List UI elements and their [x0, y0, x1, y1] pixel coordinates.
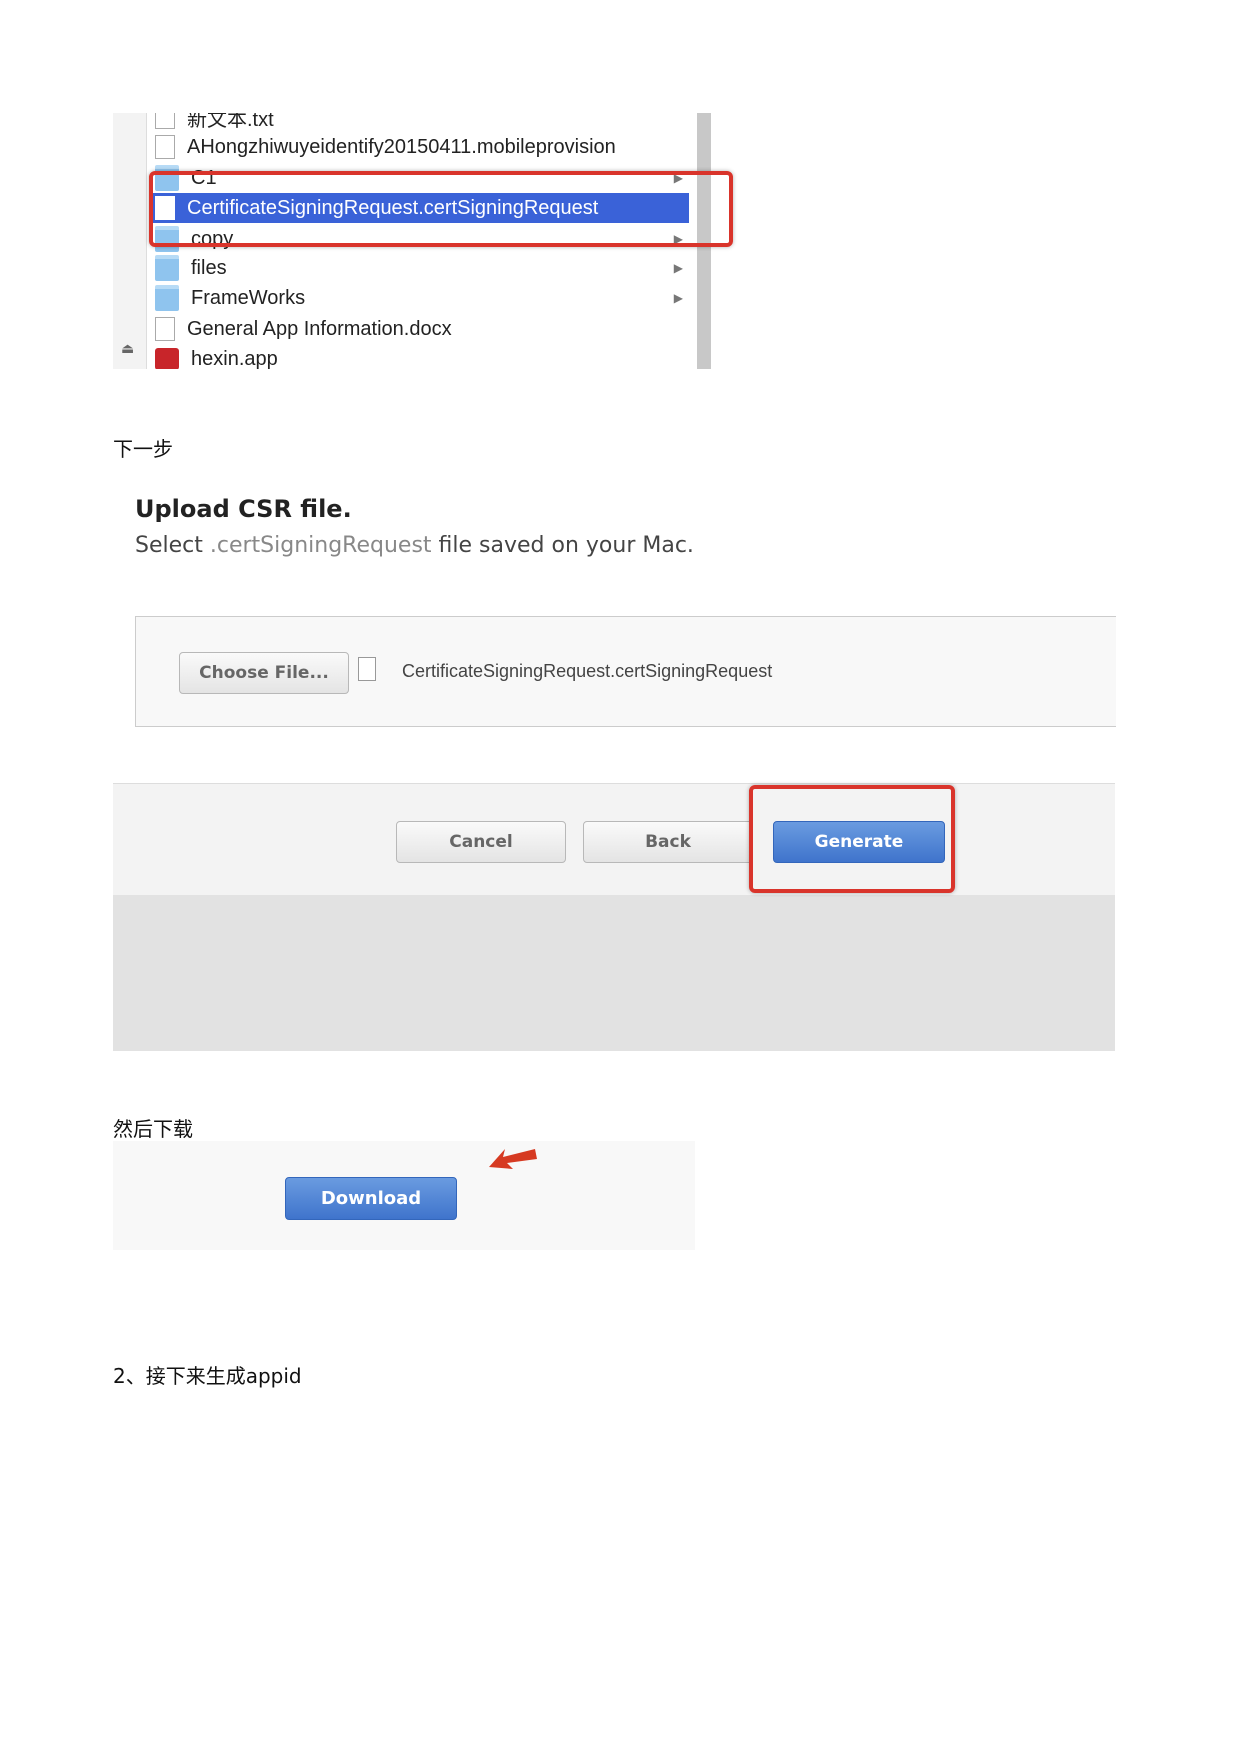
red-arrow-icon	[489, 1149, 537, 1169]
desc-text: Select	[135, 533, 210, 558]
highlight-box	[749, 785, 955, 893]
file-name: 新文本.txt	[187, 113, 274, 131]
upload-description: Select .certSigningRequest file saved on…	[135, 533, 694, 558]
file-row[interactable]: hexin.app	[149, 344, 689, 369]
action-bar: Cancel Back Generate	[113, 783, 1115, 896]
file-name: hexin.app	[191, 347, 278, 370]
download-panel: Download	[113, 1141, 695, 1250]
highlight-box	[149, 171, 733, 247]
cancel-button[interactable]: Cancel	[396, 821, 566, 863]
chevron-right-icon: ▶	[673, 261, 683, 275]
file-name: files	[191, 256, 227, 279]
desc-text: file saved on your Mac.	[431, 533, 694, 558]
text-file-icon	[155, 113, 175, 129]
step-text: 下一步	[113, 437, 173, 461]
file-name: General App Information.docx	[187, 317, 452, 340]
then-download-text: 然后下载	[113, 1117, 193, 1141]
file-icon	[358, 657, 376, 681]
footer-area	[113, 895, 1115, 1051]
upload-title: Upload CSR file.	[135, 495, 352, 523]
file-row[interactable]: General App Information.docx	[149, 314, 689, 344]
folder-icon	[155, 285, 179, 311]
selected-file-name: CertificateSigningRequest.certSigningReq…	[402, 661, 773, 681]
file-upload-box: Choose File... CertificateSigningRequest…	[135, 616, 1116, 727]
step2-text: 2、接下来生成appid	[113, 1364, 302, 1388]
word-document-icon	[155, 317, 175, 341]
folder-row[interactable]: FrameWorks ▶	[149, 283, 689, 313]
folder-icon	[155, 255, 179, 281]
choose-file-button[interactable]: Choose File...	[179, 652, 349, 694]
back-button[interactable]: Back	[583, 821, 753, 863]
chevron-right-icon: ▶	[673, 291, 683, 305]
finder-sidebar: ⏏	[113, 113, 147, 369]
folder-row[interactable]: files ▶	[149, 253, 689, 283]
app-icon	[155, 348, 179, 369]
download-button[interactable]: Download	[285, 1177, 457, 1220]
eject-icon[interactable]: ⏏	[121, 341, 134, 357]
file-name: AHongzhiwuyeidentify20150411.mobileprovi…	[187, 135, 616, 158]
desc-ext: .certSigningRequest	[209, 533, 432, 558]
file-row[interactable]: 新文本.txt	[149, 113, 689, 132]
file-name: FrameWorks	[191, 286, 306, 309]
file-row[interactable]: AHongzhiwuyeidentify20150411.mobileprovi…	[149, 132, 689, 162]
provision-file-icon	[155, 135, 175, 159]
